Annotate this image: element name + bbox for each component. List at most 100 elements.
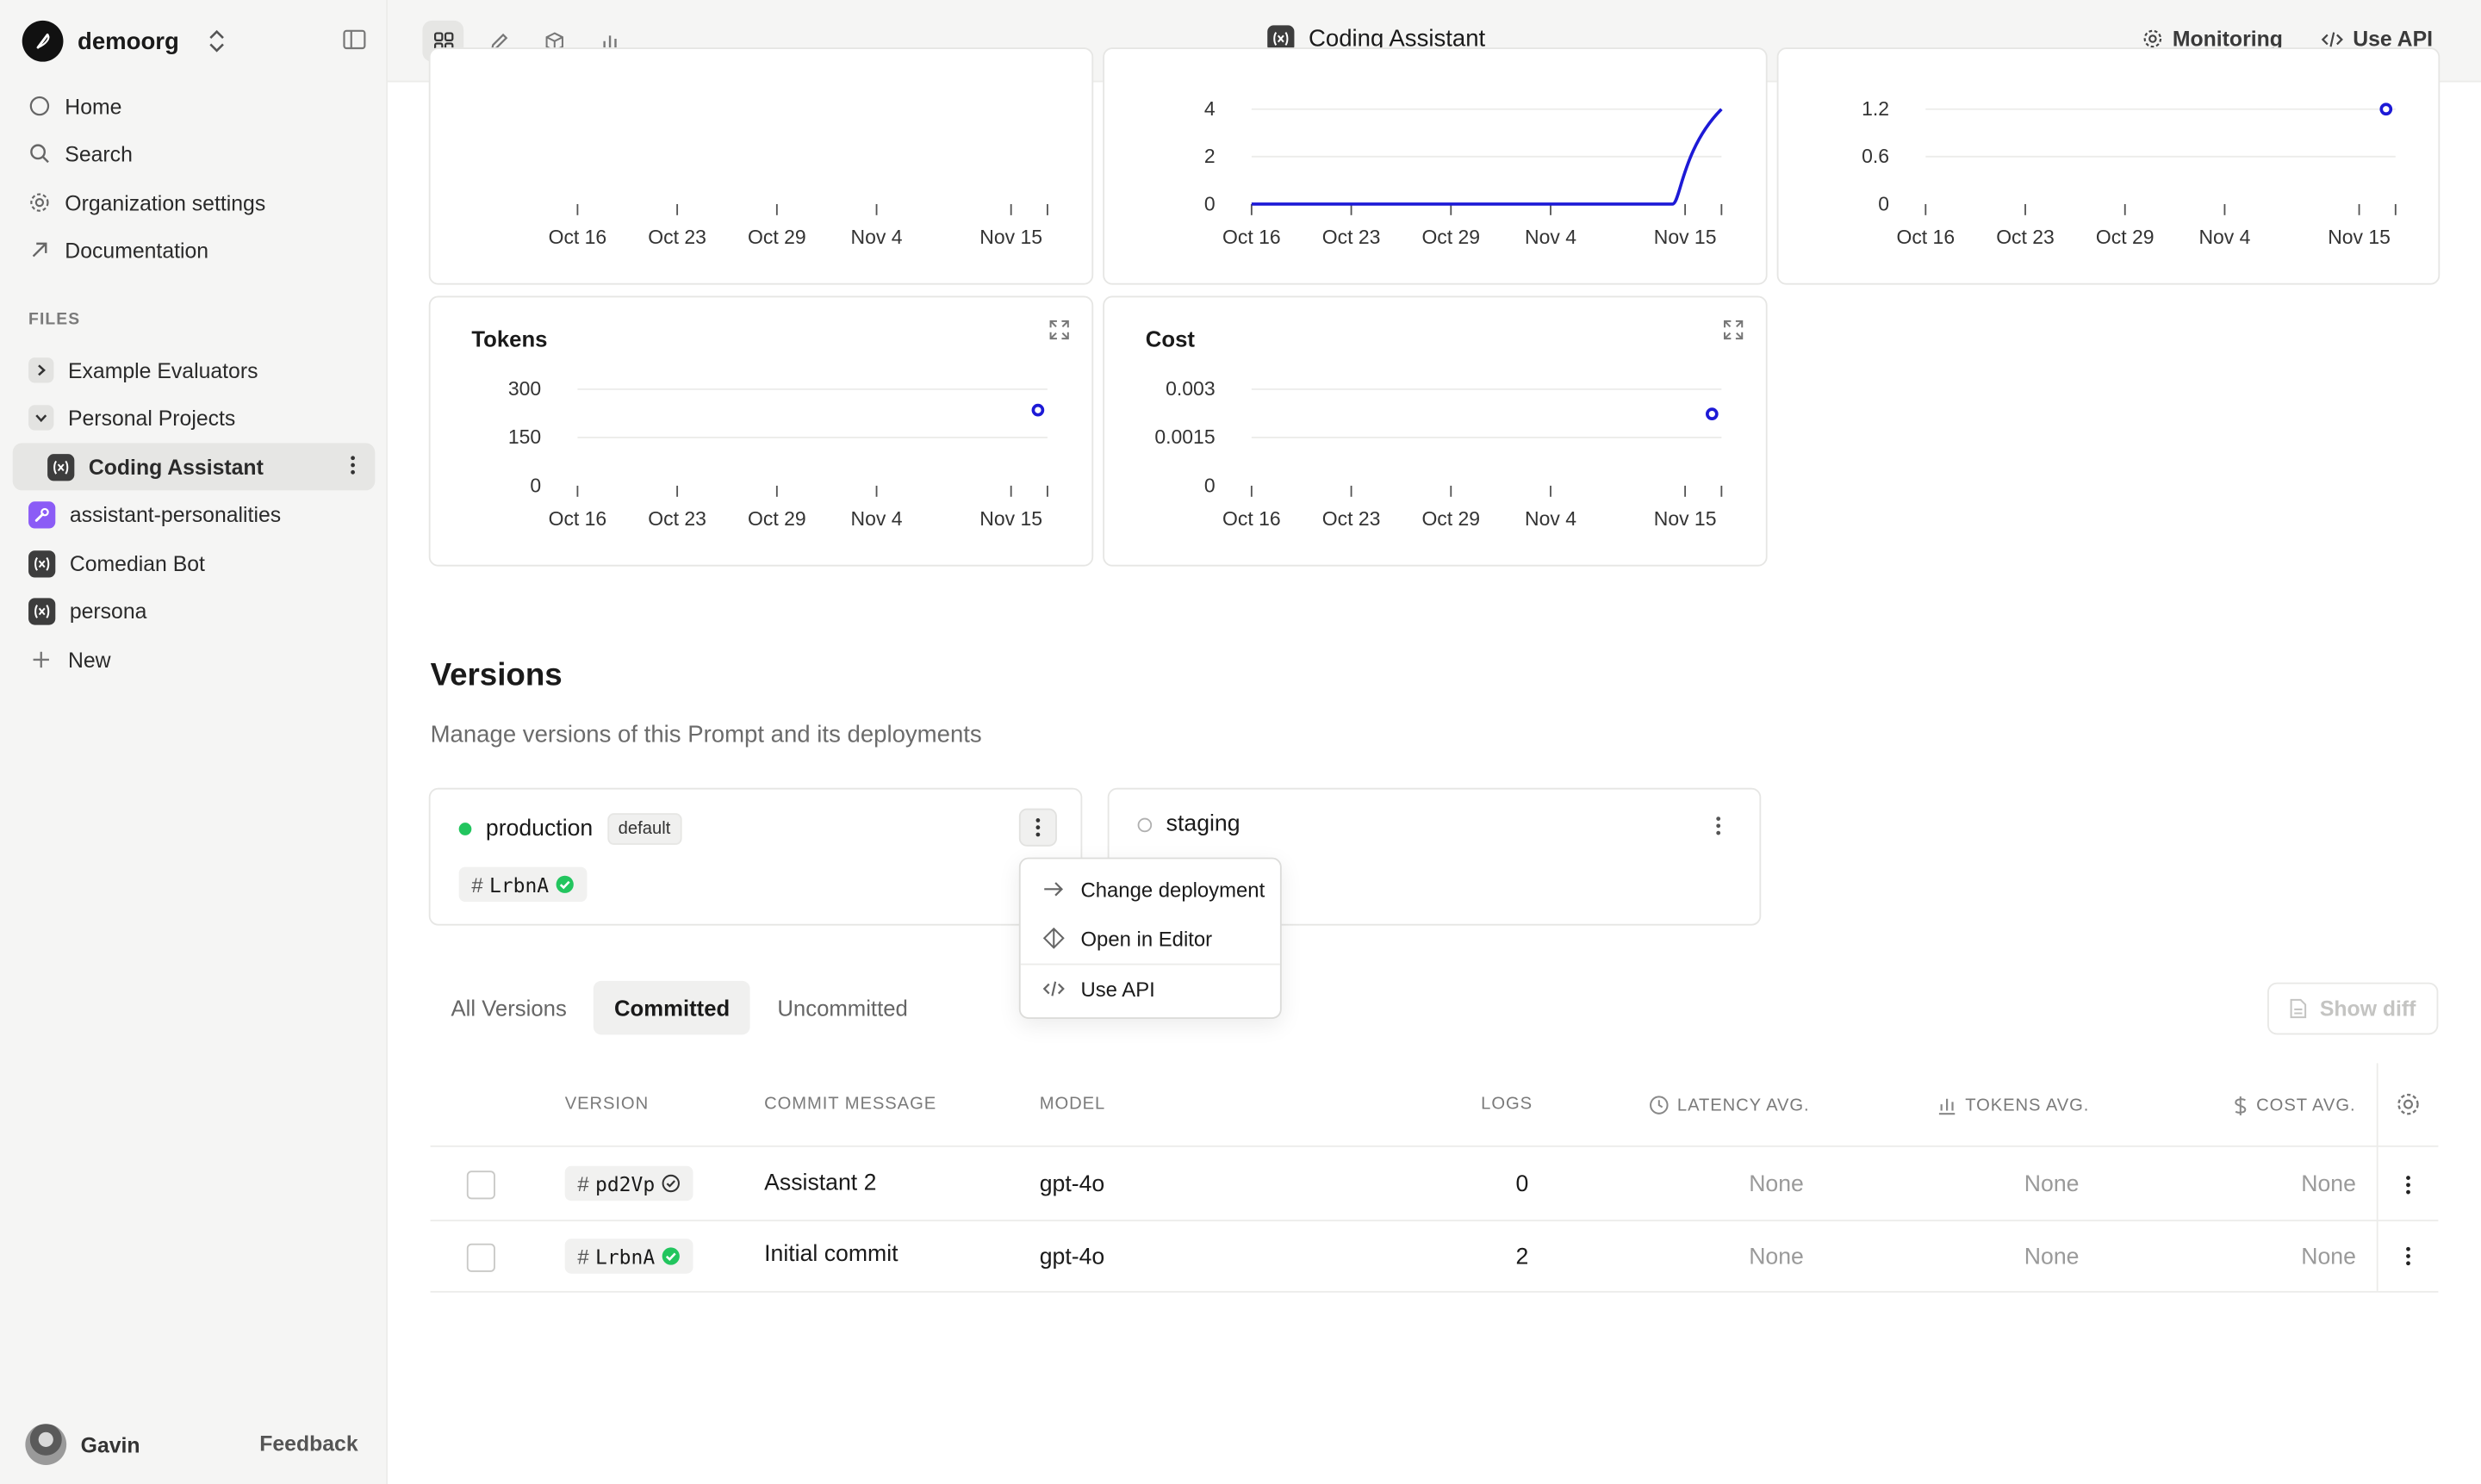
nav-search-label: Search: [65, 141, 133, 165]
show-diff-button[interactable]: Show diff: [2267, 982, 2439, 1035]
column-header-latency[interactable]: LATENCY AVG.: [1649, 1095, 1810, 1115]
plus-icon: [28, 647, 53, 672]
nav-organization-settings-label: Organization settings: [65, 190, 266, 214]
column-header-label: TOKENS AVG.: [1965, 1096, 2090, 1115]
default-badge: default: [606, 813, 682, 845]
org-switcher[interactable]: demoorg: [22, 19, 179, 63]
tab-all-versions[interactable]: All Versions: [431, 981, 588, 1034]
tree-item-label: Coding Assistant: [88, 455, 264, 479]
x-tick-label: Nov 4: [1525, 507, 1576, 530]
y-tick-label: 0.6: [1862, 145, 1889, 167]
deployment-header: production default: [458, 813, 682, 845]
files-section-label: FILES: [28, 310, 81, 330]
user-menu[interactable]: Gavin: [25, 1422, 140, 1466]
chevron-down-icon[interactable]: [28, 405, 54, 431]
menu-item-open-in-editor[interactable]: Open in Editor: [1023, 915, 1280, 962]
x-tick-label: Nov 15: [1654, 507, 1717, 530]
tree-item-label: Example Evaluators: [67, 358, 258, 382]
x-tick-label: Oct 16: [549, 507, 607, 530]
org-logo: [22, 20, 64, 62]
status-dot-inactive: [1137, 817, 1153, 832]
feedback-button[interactable]: Feedback: [259, 1431, 358, 1456]
more-vertical-icon[interactable]: [2392, 1169, 2424, 1201]
menu-item-label: Use API: [1080, 977, 1155, 1001]
chart-svg: 4 2 0 Oct 16 Oct 23 Oct 29 Nov 4 Nov 15: [1204, 97, 1723, 248]
tree-item-coding-assistant[interactable]: Coding Assistant: [12, 443, 376, 491]
show-diff-label: Show diff: [2319, 997, 2416, 1021]
chevron-up-down-icon[interactable]: [206, 25, 228, 57]
tree-item-assistant-personalities[interactable]: assistant-personalities: [13, 490, 376, 537]
commit-message: Initial commit: [764, 1241, 899, 1268]
nav-search[interactable]: Search: [19, 131, 373, 175]
nav-documentation-label: Documentation: [65, 238, 209, 263]
row-checkbox[interactable]: [466, 1243, 495, 1272]
tab-uncommitted[interactable]: Uncommitted: [756, 981, 928, 1034]
table-divider: [430, 1220, 2439, 1222]
chart-card: 4 2 0 Oct 16 Oct 23 Oct 29 Nov 4 Nov 15: [1103, 47, 1768, 285]
x-tick-label: Oct 29: [2096, 226, 2155, 248]
nav-documentation[interactable]: Documentation: [19, 228, 373, 272]
code-icon: [1042, 981, 1065, 997]
tokens-avg: None: [2024, 1172, 2080, 1198]
nav-home[interactable]: Home: [19, 84, 373, 127]
nav-organization-settings[interactable]: Organization settings: [19, 180, 373, 224]
deployment-menu-button[interactable]: [1700, 807, 1738, 845]
x-tick-label: Oct 23: [1996, 226, 2055, 248]
tree-item-label: persona: [69, 599, 147, 623]
column-header-label: LATENCY AVG.: [1676, 1096, 1810, 1115]
file-icon: [2290, 998, 2307, 1019]
hash-icon: #: [577, 1171, 589, 1195]
tree-item-new[interactable]: New: [13, 636, 376, 683]
gear-icon[interactable]: [2396, 1091, 2421, 1125]
menu-item-label: Change deployment: [1080, 877, 1265, 902]
x-tick-label: Nov 4: [851, 226, 903, 248]
tree-item-persona[interactable]: persona: [13, 587, 376, 634]
version-chip[interactable]: # LrbnA: [458, 866, 588, 903]
version-chip[interactable]: # pd2Vp: [564, 1165, 693, 1201]
user-name: Gavin: [80, 1432, 140, 1456]
logs-count: 0: [1515, 1172, 1529, 1198]
menu-item-change-deployment[interactable]: Change deployment: [1023, 866, 1280, 913]
version-id: LrbnA: [595, 1244, 656, 1269]
tree-item-example-evaluators[interactable]: Example Evaluators: [13, 346, 376, 394]
x-tick-label: Oct 29: [1421, 507, 1480, 530]
hash-icon: #: [577, 1244, 589, 1269]
tokens-avg: None: [2024, 1245, 2080, 1271]
more-vertical-icon[interactable]: [2392, 1240, 2424, 1272]
column-header-commit-message: COMMIT MESSAGE: [764, 1095, 937, 1115]
column-header-cost[interactable]: COST AVG.: [2233, 1095, 2356, 1117]
version-chip[interactable]: # LrbnA: [564, 1239, 693, 1274]
deployment-card-production[interactable]: production default # LrbnA: [428, 787, 1083, 926]
column-header-tokens[interactable]: TOKENS AVG.: [1937, 1095, 2089, 1115]
gear-icon: [30, 193, 49, 212]
y-tick-label: 1.2: [1862, 97, 1889, 120]
arrow-right-icon: [1044, 882, 1064, 897]
tree-item-personal-projects[interactable]: Personal Projects: [13, 394, 376, 441]
y-tick-label: 2: [1204, 145, 1216, 167]
avatar: [25, 1424, 67, 1465]
more-vertical-icon[interactable]: [350, 454, 356, 481]
gear-icon: [2143, 29, 2162, 48]
sidebar-toggle-icon[interactable]: [342, 27, 370, 55]
chevron-right-icon[interactable]: [28, 357, 54, 383]
x-tick-label: Oct 16: [1222, 226, 1281, 248]
menu-item-use-api[interactable]: Use API: [1023, 966, 1280, 1013]
column-header-label: COST AVG.: [2256, 1096, 2356, 1116]
column-header-version: VERSION: [564, 1095, 650, 1115]
y-tick-label: 0: [1204, 192, 1216, 214]
deployment-menu-button[interactable]: [1018, 808, 1057, 847]
status-dot-active: [458, 823, 472, 835]
commit-message: Assistant 2: [764, 1170, 877, 1196]
x-tick-label: Oct 16: [549, 226, 607, 248]
x-tick-label: Nov 15: [979, 507, 1042, 530]
dollar-icon: [2235, 1096, 2247, 1116]
code-icon: [2321, 31, 2343, 47]
tree-item-comedian-bot[interactable]: Comedian Bot: [13, 539, 376, 587]
row-checkbox[interactable]: [466, 1170, 495, 1200]
column-header-logs: LOGS: [1481, 1095, 1533, 1115]
versions-subtitle: Manage versions of this Prompt and its d…: [430, 721, 982, 748]
latency-avg: None: [1749, 1172, 1804, 1198]
x-tick-label: Oct 29: [748, 507, 806, 530]
tab-committed[interactable]: Committed: [594, 980, 751, 1035]
cost-avg: None: [2301, 1172, 2356, 1198]
